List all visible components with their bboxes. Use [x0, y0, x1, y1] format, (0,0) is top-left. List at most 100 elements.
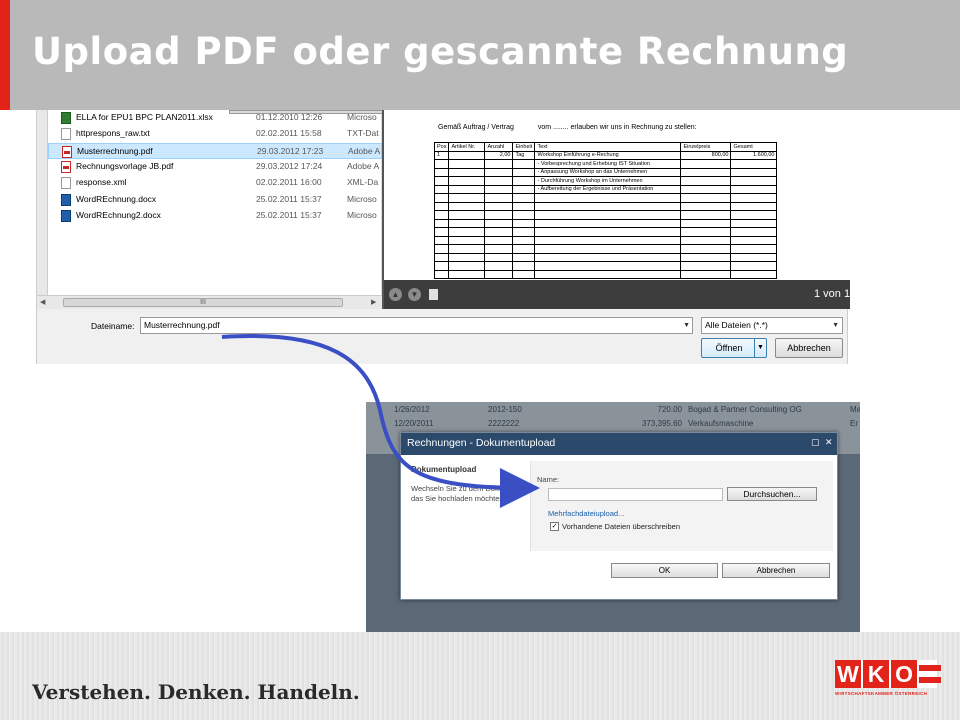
- invoice-cell: [448, 269, 486, 279]
- invoice-cell: [433, 261, 450, 271]
- invoice-cell: - Aufbereitung der Ergebnisse und Präsen…: [534, 184, 682, 194]
- file-row[interactable]: WordREchnung2.docx 25.02.2011 15:37 Micros…: [48, 208, 382, 224]
- invoice-cell: [534, 201, 682, 211]
- invoice-cell: [433, 227, 450, 237]
- invoice-cell: [680, 210, 732, 220]
- invoice-cell: [484, 184, 514, 194]
- invoice-header-row: Pos Artikel Nr. Anzahl Einheit Text Einzelpre…: [433, 142, 778, 152]
- invoice-empty-row: [433, 210, 778, 220]
- document-icon[interactable]: [429, 289, 438, 300]
- multi-upload-link[interactable]: Mehrfachdateiupload...: [548, 509, 624, 518]
- invoice-cell: [534, 244, 682, 254]
- file-row[interactable]: Rechnungsvorlage JB.pdf 29.03.2012 17:24 A…: [48, 159, 382, 175]
- slide-footer: [0, 632, 960, 720]
- horizontal-scrollbar[interactable]: ◀ III ▶: [37, 295, 382, 309]
- pdf-header-right: vom ........ erlauben wir uns in Rechnun…: [537, 124, 697, 131]
- text-file-icon: [61, 128, 71, 141]
- file-list-scrollbar[interactable]: [37, 110, 48, 295]
- file-row[interactable]: Musterrechnung.pdf 29.03.2012 17:23 Adobe …: [48, 142, 382, 159]
- invoice-cell: [680, 193, 732, 203]
- list-cell-company: Verkaufsmaschine: [688, 419, 754, 428]
- invoice-cell: [534, 218, 682, 228]
- invoice-cell: [512, 235, 536, 245]
- modal-cancel-button[interactable]: Abbrechen: [722, 563, 830, 578]
- invoice-cell: [512, 244, 536, 254]
- sharepoint-upload-screenshot: 1/26/2012 2012-150 720.00 Bogad & Partner C…: [366, 402, 860, 647]
- overwrite-checkbox[interactable]: ✓: [550, 522, 559, 531]
- invoice-cell: [448, 227, 486, 237]
- cancel-button[interactable]: Abbrechen: [775, 338, 843, 358]
- invoice-cell: 1.600,00: [730, 150, 778, 160]
- wko-logo-letters: W K O: [835, 660, 941, 688]
- chevron-down-icon[interactable]: ▼: [754, 339, 766, 357]
- file-type: Microso: [347, 193, 377, 204]
- invoice-cell: [433, 218, 450, 228]
- file-path-input[interactable]: [548, 488, 723, 501]
- invoice-cell: - Anpassung Workshop an das Unternehmen: [534, 167, 682, 177]
- invoice-row: - Vorbesprechung und Erhebung IST Situat…: [433, 159, 778, 169]
- invoice-cell: [512, 269, 536, 279]
- ok-button[interactable]: OK: [611, 563, 718, 578]
- invoice-cell: [512, 167, 536, 177]
- invoice-cell: [534, 261, 682, 271]
- slogan: Verstehen. Denken. Handeln.: [32, 680, 360, 704]
- invoice-cell: [484, 227, 514, 237]
- invoice-empty-row: [433, 193, 778, 203]
- invoice-cell: [433, 252, 450, 262]
- scroll-right-icon[interactable]: ▶: [371, 298, 376, 306]
- invoice-cell: [448, 261, 486, 271]
- list-cell-date: 1/26/2012: [394, 405, 430, 414]
- file-row[interactable]: response.xml 02.02.2011 16:00 XML-Da: [48, 175, 382, 191]
- invoice-cell: [484, 176, 514, 186]
- invoice-empty-row: [433, 218, 778, 228]
- file-date: 02.02.2011 16:00: [256, 177, 322, 188]
- page-indicator: 1 von 1: [814, 288, 851, 300]
- scroll-left-icon[interactable]: ◀: [40, 298, 45, 306]
- invoice-header-cell: Artikel Nr.: [448, 142, 486, 152]
- file-row[interactable]: httprespons_raw.txt 02.02.2011 15:58 TXT-D…: [48, 126, 382, 142]
- chevron-down-icon[interactable]: ▼: [832, 318, 839, 333]
- word-file-icon: [61, 209, 71, 222]
- invoice-cell: [512, 176, 536, 186]
- invoice-cell: [448, 193, 486, 203]
- file-row[interactable]: WordREchnung.docx 25.02.2011 15:37 Microso: [48, 192, 382, 208]
- file-name: Musterrechnung.pdf: [77, 145, 153, 156]
- pdf-preview-page: Gemäß Auftrag / Vertrag vom ........ erl…: [386, 110, 848, 280]
- open-button[interactable]: Öffnen ▼: [701, 338, 767, 358]
- slide-title: Upload PDF oder gescannte Rechnung: [32, 30, 849, 73]
- page-down-icon[interactable]: ▼: [408, 288, 421, 301]
- invoice-cell: [680, 227, 732, 237]
- invoice-cell: [680, 176, 732, 186]
- invoice-cell: [448, 176, 486, 186]
- maximize-icon[interactable]: ▢: [811, 437, 820, 448]
- wko-logo: W K O WIRTSCHAFTSKAMMER ÖSTERREICH: [835, 660, 941, 698]
- invoice-cell: [534, 269, 682, 279]
- page-up-icon[interactable]: ▲: [389, 288, 402, 301]
- invoice-cell: [534, 235, 682, 245]
- invoice-cell: [730, 159, 778, 169]
- invoice-row: - Durchführung Workshop im Unternehmen: [433, 176, 778, 186]
- slide-header: Upload PDF oder gescannte Rechnung: [0, 0, 960, 110]
- chevron-down-icon[interactable]: ▼: [683, 318, 690, 333]
- browse-button[interactable]: Durchsuchen...: [727, 487, 817, 501]
- invoice-cell: [534, 227, 682, 237]
- list-item[interactable]: 1/26/2012 2012-150 720.00 Bogad & Partner C…: [366, 403, 860, 418]
- invoice-cell: [484, 167, 514, 177]
- list-cell-extra: Ma: [850, 405, 860, 414]
- list-cell-number: 2012-150: [488, 405, 522, 414]
- invoice-cell: [484, 201, 514, 211]
- section-heading: Dokumentupload: [411, 465, 477, 474]
- invoice-cell: [484, 252, 514, 262]
- file-name: WordREchnung.docx: [76, 193, 157, 204]
- filename-input[interactable]: Musterrechnung.pdf ▼: [140, 317, 693, 334]
- file-name: response.xml: [76, 177, 127, 188]
- file-type-value: Alle Dateien (*.*): [705, 320, 768, 330]
- overwrite-label: Vorhandene Dateien überschreiben: [562, 522, 681, 531]
- invoice-cell: [730, 193, 778, 203]
- scroll-thumb[interactable]: III: [63, 298, 343, 307]
- close-icon[interactable]: ✕: [825, 437, 833, 448]
- list-item[interactable]: 12/20/2011 2222222 373,395.60 Verkaufsmasch…: [366, 417, 860, 432]
- file-type-filter[interactable]: Alle Dateien (*.*) ▼: [701, 317, 843, 334]
- invoice-cell: [448, 184, 486, 194]
- file-date: 02.02.2011 15:58: [256, 128, 322, 139]
